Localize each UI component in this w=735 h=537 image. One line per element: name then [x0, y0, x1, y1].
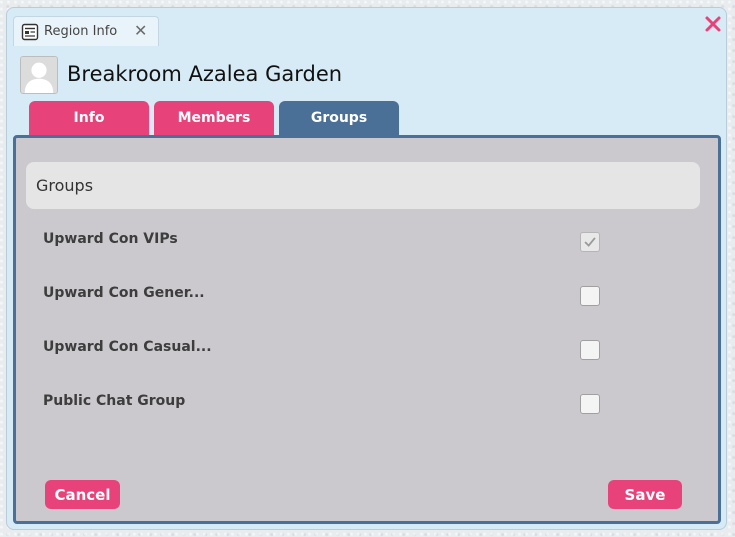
- document-tab[interactable]: Region Info ✕: [13, 16, 159, 46]
- region-info-icon: [21, 23, 39, 41]
- avatar: [20, 56, 58, 94]
- document-tab-label: Region Info: [44, 24, 118, 39]
- group-checkbox-upward-con-casual[interactable]: [580, 340, 600, 360]
- region-info-window: Region Info ✕ Breakroom Azalea Garden In…: [6, 7, 727, 530]
- group-name-upward-con-casual: Upward Con Casual...: [43, 339, 212, 355]
- group-checkbox-upward-con-vips[interactable]: [580, 232, 600, 252]
- user-avatar-icon: [21, 57, 57, 93]
- save-button[interactable]: Save: [608, 480, 682, 509]
- groups-panel: Groups Upward Con VIPs Upward Con Gener.…: [13, 135, 721, 524]
- cancel-button[interactable]: Cancel: [45, 480, 120, 509]
- group-name-public-chat-group: Public Chat Group: [43, 393, 186, 409]
- page-title: Breakroom Azalea Garden: [67, 62, 343, 86]
- close-icon[interactable]: ✕: [134, 21, 147, 40]
- group-checkbox-upward-con-general[interactable]: [580, 286, 600, 306]
- group-name-upward-con-general: Upward Con Gener...: [43, 285, 205, 301]
- group-name-upward-con-vips: Upward Con VIPs: [43, 231, 178, 247]
- tab-groups[interactable]: Groups: [279, 101, 399, 135]
- tab-info[interactable]: Info: [29, 101, 149, 135]
- section-header: Groups: [26, 162, 700, 209]
- checkmark-icon: [584, 237, 596, 247]
- section-title: Groups: [36, 176, 94, 195]
- close-icon[interactable]: [704, 15, 722, 33]
- group-checkbox-public-chat-group[interactable]: [580, 394, 600, 414]
- tab-members[interactable]: Members: [154, 101, 274, 135]
